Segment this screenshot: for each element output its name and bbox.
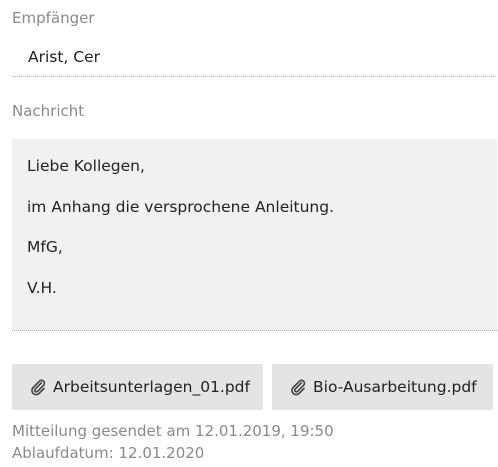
attachment-filename: Arbeitsunterlagen_01.pdf bbox=[53, 378, 250, 396]
paperclip-icon bbox=[31, 379, 46, 396]
attachment-button[interactable]: Arbeitsunterlagen_01.pdf bbox=[12, 364, 263, 410]
message-line: Liebe Kollegen, bbox=[27, 157, 145, 175]
message-line: V.H. bbox=[27, 279, 57, 297]
recipient-field[interactable]: Arist, Cer bbox=[12, 38, 496, 77]
message-line: im Anhang die versprochene Anleitung. bbox=[27, 198, 335, 216]
recipient-label: Empfänger bbox=[12, 9, 95, 27]
sent-timestamp: Mitteilung gesendet am 12.01.2019, 19:50 bbox=[12, 422, 334, 440]
message-label: Nachricht bbox=[12, 102, 85, 120]
attachment-button[interactable]: Bio-Ausarbeitung.pdf bbox=[272, 364, 493, 410]
expiry-date: Ablaufdatum: 12.01.2020 bbox=[12, 444, 205, 462]
message-body: Liebe Kollegen, im Anhang die versproche… bbox=[12, 139, 497, 331]
message-line: MfG, bbox=[27, 238, 63, 256]
paperclip-icon bbox=[291, 379, 306, 396]
attachment-filename: Bio-Ausarbeitung.pdf bbox=[313, 378, 477, 396]
recipient-value: Arist, Cer bbox=[28, 48, 101, 66]
